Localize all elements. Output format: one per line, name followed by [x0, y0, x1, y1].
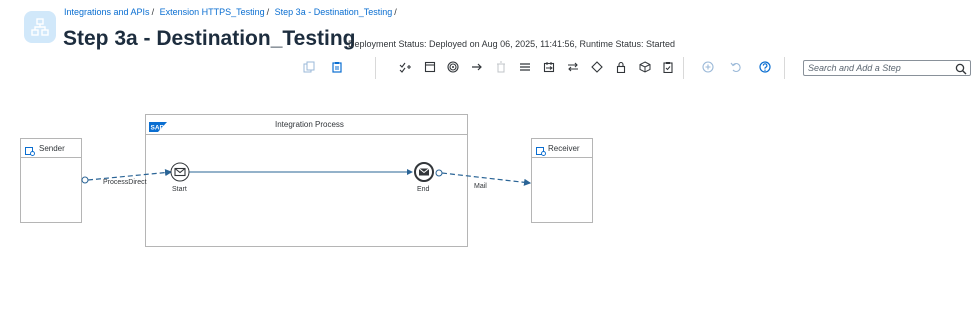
page-title: Step 3a - Destination_Testing — [63, 27, 356, 50]
breadcrumb-item-package[interactable]: Extension HTTPS_Testing — [160, 7, 265, 17]
toolbar-separator — [784, 57, 785, 79]
sender-flow-label: ProcessDirect — [103, 179, 147, 186]
deployment-status: Deployment Status: Deployed on Aug 06, 2… — [348, 39, 676, 49]
start-event-label: Start — [172, 186, 187, 193]
breadcrumb-item-iflow[interactable]: Step 3a - Destination_Testing — [275, 7, 393, 17]
events-icon[interactable] — [446, 60, 460, 74]
toolbar-separator — [375, 57, 376, 79]
persistence-icon[interactable] — [638, 60, 652, 74]
gateway-icon[interactable] — [590, 60, 604, 74]
call-icon[interactable] — [518, 60, 532, 74]
breadcrumb-item-integrations[interactable]: Integrations and APIs — [64, 7, 150, 17]
integration-flow-icon — [24, 11, 56, 43]
participants-icon[interactable] — [398, 60, 412, 74]
process-icon[interactable] — [423, 60, 437, 74]
receiver-flow-label: Mail — [474, 183, 487, 190]
flow-connections — [81, 162, 532, 186]
security-icon[interactable] — [614, 60, 628, 74]
search-icon[interactable] — [955, 62, 967, 75]
help-icon[interactable] — [758, 60, 772, 74]
integration-flow-canvas[interactable]: Sender Receiver SAP Integration Process — [0, 84, 980, 331]
step-search-field — [803, 60, 971, 76]
zoom-in-icon[interactable] — [701, 60, 715, 74]
delete-icon[interactable] — [494, 60, 508, 74]
end-event[interactable] — [414, 162, 434, 182]
paste-icon[interactable] — [330, 60, 344, 74]
toolbar-separator — [683, 57, 684, 79]
receiver-message-flow[interactable] — [435, 169, 532, 186]
undo-icon[interactable] — [729, 60, 743, 74]
validator-icon[interactable] — [661, 60, 675, 74]
start-event[interactable] — [170, 162, 190, 182]
transformation-icon[interactable] — [566, 60, 580, 74]
connection-arrow-icon[interactable] — [470, 60, 484, 74]
routing-icon[interactable] — [542, 60, 556, 74]
end-event-label: End — [417, 186, 430, 193]
step-search-input[interactable] — [808, 61, 948, 75]
copy-icon[interactable] — [302, 60, 316, 74]
breadcrumb: Integrations and APIs / Extension HTTPS_T… — [64, 7, 397, 17]
